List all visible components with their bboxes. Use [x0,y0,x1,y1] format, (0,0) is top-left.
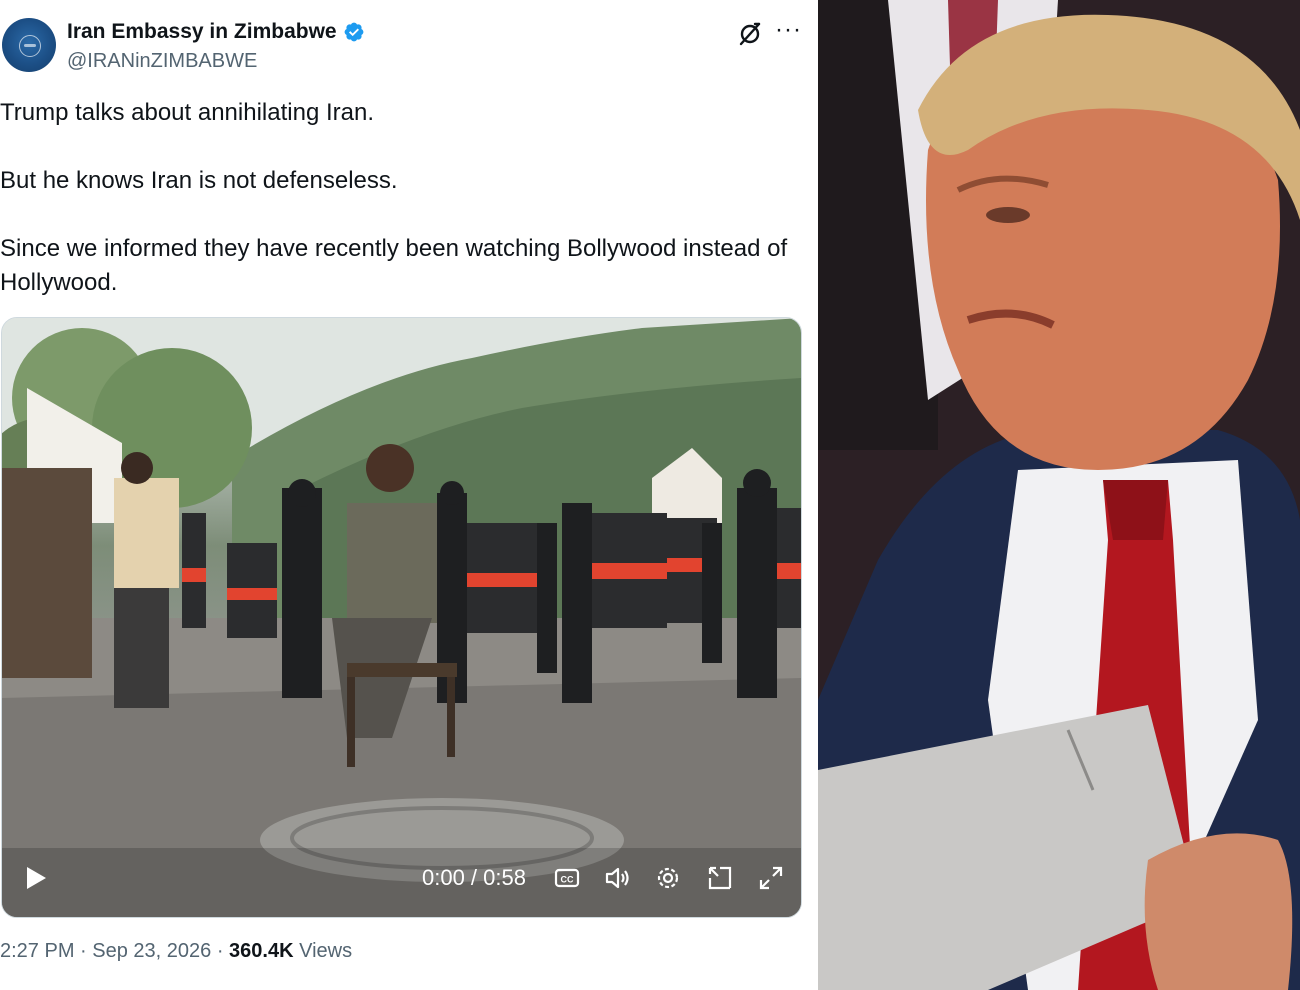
views-label: Views [293,940,353,962]
tweet-paragraph: Trump talks about annihilating Iran. [0,99,374,126]
fullscreen-icon[interactable] [757,864,785,892]
author-handle[interactable]: @IRANinZIMBABWE [67,50,257,73]
tweet-paragraph: But he knows Iran is not defenseless. [0,167,398,194]
volume-icon[interactable] [603,864,631,892]
play-icon[interactable] [24,865,48,891]
views-count[interactable]: 360.4K [229,940,294,962]
picture-in-picture-icon[interactable] [706,864,734,892]
closed-captions-icon[interactable]: CC [553,864,581,892]
more-options-icon[interactable]: ··· [775,18,801,44]
embassy-emblem-icon [19,35,41,57]
tweet-meta: 2:27 PM · Sep 23, 2026 · 360.4K Views [0,940,352,963]
tweet-date[interactable]: Sep 23, 2026 [92,940,211,962]
author-display-name[interactable]: Iran Embassy in Zimbabwe [67,20,337,44]
grok-icon[interactable] [737,21,763,47]
tweet-card: Iran Embassy in Zimbabwe @IRANinZIMBABWE… [0,0,818,990]
portrait-photo [818,0,1300,990]
gear-icon[interactable] [654,864,682,892]
video-frame [2,318,801,917]
video-controls: 0:00 / 0:58 CC [2,847,801,917]
tweet-time[interactable]: 2:27 PM [0,940,74,962]
avatar[interactable] [2,18,56,72]
video-player[interactable]: 0:00 / 0:58 CC [1,317,802,918]
verified-badge-icon [344,22,363,42]
portrait-image [818,0,1300,990]
tweet-text: Trump talks about annihilating Iran. But… [0,96,805,300]
meta-separator: · [74,940,93,962]
video-time: 0:00 / 0:58 [422,865,526,890]
author-name-row: Iran Embassy in Zimbabwe [67,20,365,44]
tweet-paragraph: Since we informed they have recently bee… [0,235,788,296]
meta-separator: · [211,940,230,962]
svg-text:CC: CC [561,875,574,885]
